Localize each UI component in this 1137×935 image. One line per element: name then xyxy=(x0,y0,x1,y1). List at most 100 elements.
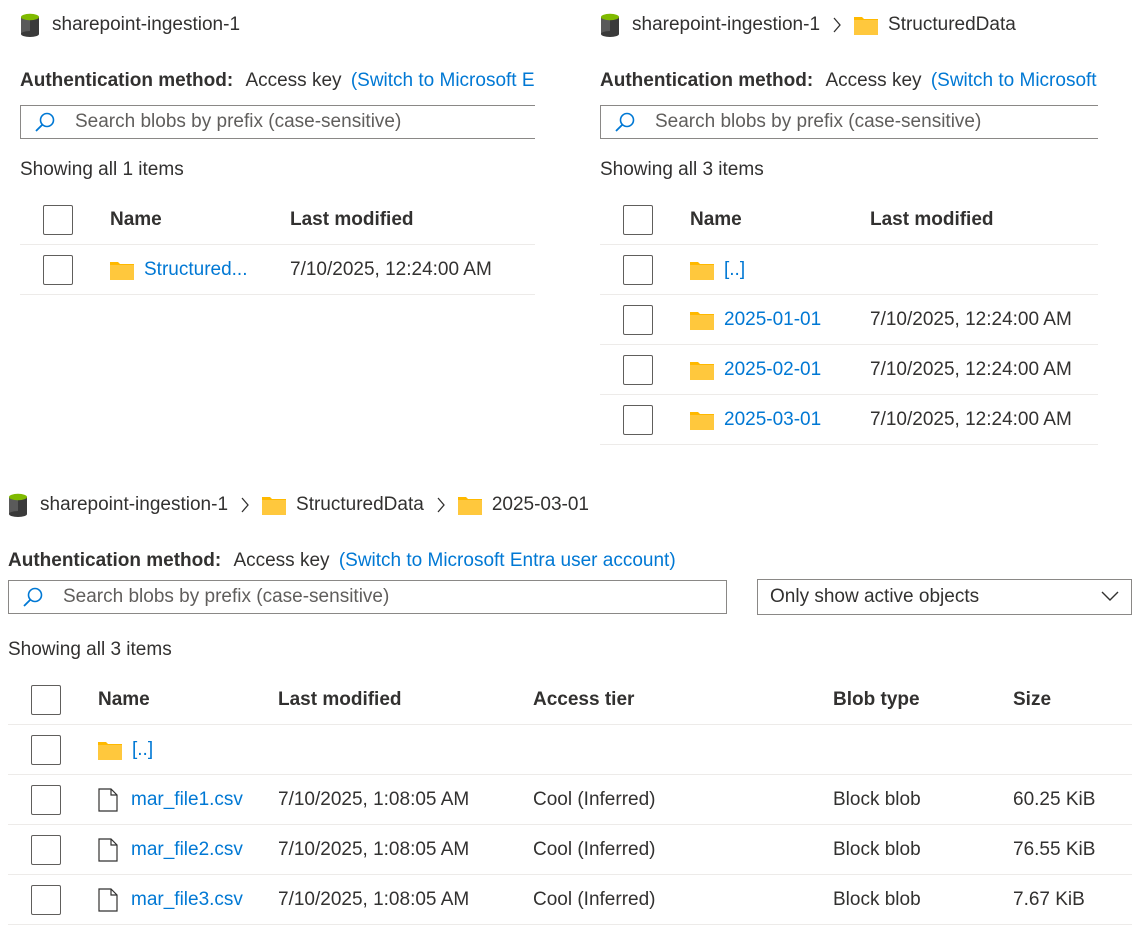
folder-icon xyxy=(98,741,122,760)
search-icon xyxy=(31,108,59,136)
select-all-checkbox[interactable] xyxy=(43,205,73,235)
column-header-name[interactable]: Name xyxy=(98,675,150,724)
row-checkbox[interactable] xyxy=(31,785,61,815)
folder-icon xyxy=(690,261,714,280)
dropdown-value: Only show active objects xyxy=(770,586,980,607)
auth-method: Authentication method: Access key (Switc… xyxy=(20,65,535,97)
row-checkbox[interactable] xyxy=(31,835,61,865)
table-row[interactable]: 2025-03-01 7/10/2025, 12:24:00 AM xyxy=(600,395,1098,445)
active-objects-dropdown[interactable]: Only show active objects xyxy=(757,579,1132,615)
parent-folder-link[interactable]: [..] xyxy=(724,259,745,281)
search-box xyxy=(20,105,535,139)
row-checkbox[interactable] xyxy=(623,355,653,385)
name-cell: [..] xyxy=(98,725,153,774)
storage-container-icon xyxy=(21,13,39,37)
folder-link[interactable]: 2025-01-01 xyxy=(724,309,821,331)
name-cell: 2025-01-01 xyxy=(690,295,821,344)
folder-icon xyxy=(690,311,714,330)
auth-method-value: Access key xyxy=(233,550,330,571)
file-icon xyxy=(98,787,118,812)
column-header-name[interactable]: Name xyxy=(690,195,742,244)
column-header-access-tier[interactable]: Access tier xyxy=(533,675,634,724)
folder-icon xyxy=(690,361,714,380)
column-header-size[interactable]: Size xyxy=(1013,675,1051,724)
file-icon xyxy=(98,887,118,912)
row-checkbox[interactable] xyxy=(623,255,653,285)
breadcrumb-container[interactable]: sharepoint-ingestion-1 xyxy=(40,494,228,516)
column-header-modified[interactable]: Last modified xyxy=(278,675,402,724)
folder-icon xyxy=(457,497,482,515)
search-icon xyxy=(19,583,47,611)
breadcrumb-folder[interactable]: StructuredData xyxy=(888,14,1016,36)
folder-icon xyxy=(110,261,134,280)
blob-type-cell: Block blob xyxy=(833,888,921,910)
panel-2025-03-01: sharepoint-ingestion-1 StructuredData 20… xyxy=(8,485,1132,925)
search-input[interactable] xyxy=(61,585,726,609)
name-cell: 2025-03-01 xyxy=(690,395,821,444)
table-row[interactable]: mar_file1.csv 7/10/2025, 1:08:05 AM Cool… xyxy=(8,775,1132,825)
name-cell: mar_file3.csv xyxy=(98,875,243,924)
table-header: Name Last modified xyxy=(20,195,535,245)
table-row[interactable]: [..] xyxy=(600,245,1098,295)
items-count: Showing all 3 items xyxy=(8,639,172,660)
switch-auth-link[interactable]: (Switch to Microsoft Entra user account) xyxy=(931,70,1098,91)
size-cell: 60.25 KiB xyxy=(1013,788,1096,810)
row-checkbox[interactable] xyxy=(623,405,653,435)
table-row[interactable]: [..] xyxy=(8,725,1132,775)
auth-method-label: Authentication method: xyxy=(8,550,222,571)
name-cell: 2025-02-01 xyxy=(690,345,821,394)
name-cell: mar_file2.csv xyxy=(98,825,243,874)
column-header-modified[interactable]: Last modified xyxy=(870,195,994,244)
row-checkbox[interactable] xyxy=(31,735,61,765)
table-row[interactable]: 2025-01-01 7/10/2025, 12:24:00 AM xyxy=(600,295,1098,345)
blob-name-link[interactable]: mar_file1.csv xyxy=(131,789,243,811)
modified-cell: 7/10/2025, 12:24:00 AM xyxy=(290,258,492,280)
table-row[interactable]: mar_file3.csv 7/10/2025, 1:08:05 AM Cool… xyxy=(8,875,1132,925)
size-cell: 76.55 KiB xyxy=(1013,838,1096,860)
blob-name-link[interactable]: mar_file2.csv xyxy=(131,839,243,861)
column-header-blob-type[interactable]: Blob type xyxy=(833,675,920,724)
chevron-right-icon xyxy=(234,497,256,513)
blob-name-link[interactable]: Structured... xyxy=(144,259,248,281)
row-checkbox[interactable] xyxy=(43,255,73,285)
select-all-checkbox[interactable] xyxy=(31,685,61,715)
breadcrumb-folder-structured[interactable]: StructuredData xyxy=(296,494,424,516)
search-icon xyxy=(611,108,639,136)
name-cell: Structured... xyxy=(110,245,248,294)
folder-link[interactable]: 2025-03-01 xyxy=(724,409,821,431)
breadcrumb-folder-date[interactable]: 2025-03-01 xyxy=(492,494,589,516)
panel-container-root: sharepoint-ingestion-1 Authentication me… xyxy=(20,5,535,305)
select-all-checkbox[interactable] xyxy=(623,205,653,235)
switch-auth-link[interactable]: (Switch to Microsoft Entra user account) xyxy=(351,70,535,91)
size-cell: 7.67 KiB xyxy=(1013,888,1085,910)
search-input[interactable] xyxy=(73,110,535,134)
breadcrumb-container[interactable]: sharepoint-ingestion-1 xyxy=(52,14,240,36)
blob-name-link[interactable]: mar_file3.csv xyxy=(131,889,243,911)
search-box xyxy=(600,105,1098,139)
items-count: Showing all 3 items xyxy=(600,159,764,180)
modified-cell: 7/10/2025, 1:08:05 AM xyxy=(278,838,470,860)
panel-structured-data: sharepoint-ingestion-1 StructuredData Au… xyxy=(600,5,1098,445)
column-header-modified[interactable]: Last modified xyxy=(290,195,414,244)
row-checkbox[interactable] xyxy=(31,885,61,915)
switch-auth-link[interactable]: (Switch to Microsoft Entra user account) xyxy=(339,550,676,571)
modified-cell: 7/10/2025, 1:08:05 AM xyxy=(278,788,470,810)
chevron-right-icon xyxy=(826,17,848,33)
blob-type-cell: Block blob xyxy=(833,788,921,810)
row-checkbox[interactable] xyxy=(623,305,653,335)
breadcrumb-container[interactable]: sharepoint-ingestion-1 xyxy=(632,14,820,36)
modified-cell: 7/10/2025, 12:24:00 AM xyxy=(870,308,1072,330)
table-row[interactable]: Structured... 7/10/2025, 12:24:00 AM xyxy=(20,245,535,295)
folder-link[interactable]: 2025-02-01 xyxy=(724,359,821,381)
column-header-name[interactable]: Name xyxy=(110,195,162,244)
auth-method-value: Access key xyxy=(245,70,342,91)
table-row[interactable]: mar_file2.csv 7/10/2025, 1:08:05 AM Cool… xyxy=(8,825,1132,875)
auth-method-value: Access key xyxy=(825,70,922,91)
access-tier-cell: Cool (Inferred) xyxy=(533,888,656,910)
name-cell: [..] xyxy=(690,245,745,294)
search-input[interactable] xyxy=(653,110,1098,134)
table-header: Name Last modified xyxy=(600,195,1098,245)
table-row[interactable]: 2025-02-01 7/10/2025, 12:24:00 AM xyxy=(600,345,1098,395)
chevron-down-icon xyxy=(1101,586,1119,608)
parent-folder-link[interactable]: [..] xyxy=(132,739,153,761)
